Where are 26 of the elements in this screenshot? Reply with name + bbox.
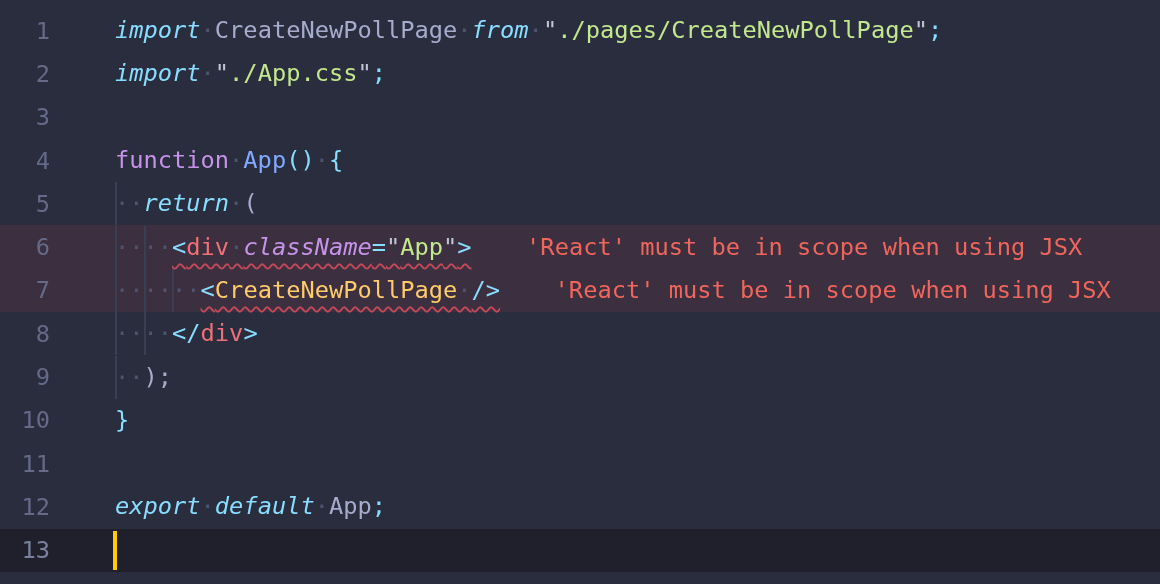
line-number: 12 <box>20 492 50 521</box>
text-cursor <box>113 530 117 570</box>
code-line: ······<CreateNewPollPage·/> <box>115 268 501 312</box>
code-line: ··); <box>115 355 173 399</box>
code-line: ····</div> <box>115 312 258 356</box>
code-line: } <box>115 404 130 436</box>
code-line: ····<div·className="App"> <box>115 225 472 269</box>
error-message: 'React' must be in scope when using JSX <box>554 276 1111 305</box>
code-line: import·"./App.css"; <box>115 58 386 90</box>
code-line: function·App()·{ <box>115 145 344 177</box>
line-number: 10 <box>20 406 50 435</box>
line-number: 5 <box>34 189 50 218</box>
line-number: 7 <box>34 276 50 305</box>
code-line: ··return·( <box>115 182 258 226</box>
line-number: 8 <box>34 319 50 348</box>
line-number: 1 <box>34 16 50 45</box>
line-number: 9 <box>34 363 50 391</box>
line-number: 2 <box>34 59 50 88</box>
line-number: 13 <box>20 536 50 565</box>
line-number: 11 <box>20 449 50 478</box>
line-number: 4 <box>34 146 50 175</box>
error-message: 'React' must be in scope when using JSX <box>526 233 1083 262</box>
code-line: import·CreateNewPollPage·from·"./pages/CreateNewPollPage"; <box>115 15 943 47</box>
code-line: export·default·App; <box>115 491 386 523</box>
line-number: 6 <box>34 233 50 262</box>
line-number: 3 <box>34 103 50 132</box>
